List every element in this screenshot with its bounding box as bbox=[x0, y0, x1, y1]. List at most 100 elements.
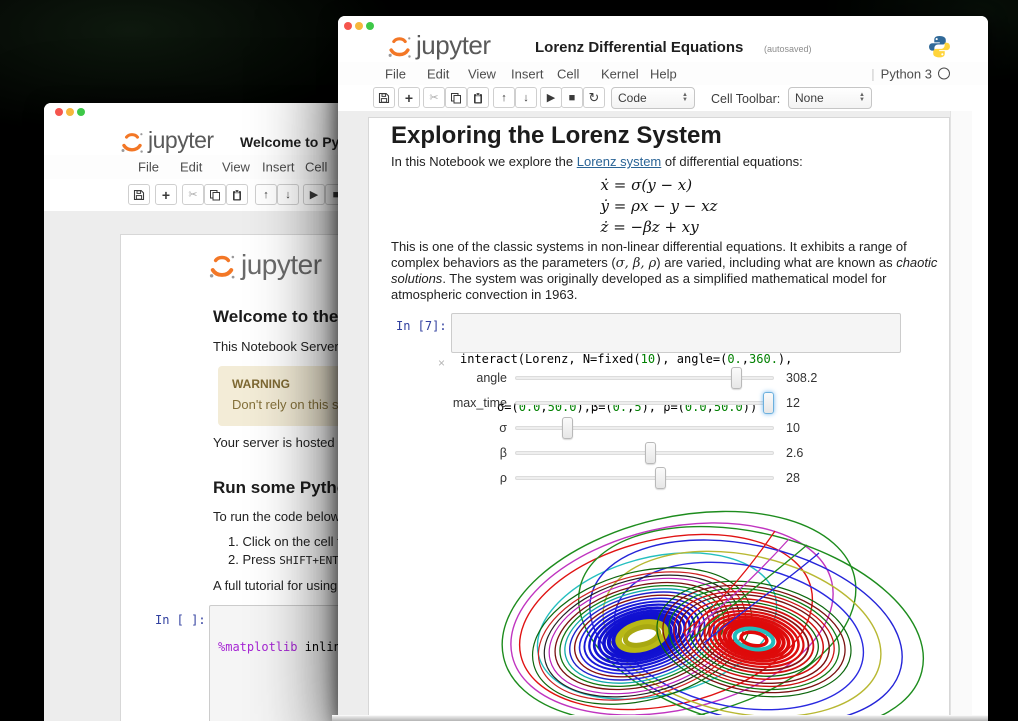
select-arrows-icon: ▲▼ bbox=[859, 93, 865, 103]
minimize-window-button[interactable] bbox=[66, 108, 74, 116]
front-window-header: jupyter Lorenz Differential Equations (a… bbox=[338, 16, 988, 111]
add-cell-icon: + bbox=[405, 90, 413, 106]
slider-row: max_time 12 bbox=[391, 390, 817, 415]
move-down-icon: ↓ bbox=[285, 189, 291, 201]
stop-kernel-button[interactable]: ■ bbox=[561, 87, 583, 108]
copy-icon bbox=[209, 189, 221, 201]
restart-kernel-button[interactable]: ↻ bbox=[583, 87, 605, 108]
back-notebook-title[interactable]: Welcome to Py bbox=[240, 134, 339, 150]
cut-cell-button[interactable]: ✂ bbox=[423, 87, 445, 108]
python-logo-icon bbox=[928, 35, 951, 58]
close-window-button[interactable] bbox=[55, 108, 63, 116]
menu-help[interactable]: Help bbox=[650, 66, 677, 81]
slider-label: β bbox=[391, 446, 507, 460]
menu-cell[interactable]: Cell bbox=[557, 66, 579, 81]
welcome-heading: Welcome to the bbox=[213, 307, 338, 327]
slider-track[interactable] bbox=[515, 451, 774, 455]
kernel-name: Python 3 bbox=[881, 66, 932, 81]
cell-input-prompt: In [ ]: bbox=[155, 613, 206, 627]
slider-track[interactable] bbox=[515, 476, 774, 480]
cut-cell-button[interactable]: ✂ bbox=[182, 184, 204, 205]
lorenz-system-link[interactable]: Lorenz system bbox=[577, 154, 662, 169]
menu-cell[interactable]: Cell bbox=[305, 160, 327, 175]
copy-icon bbox=[450, 92, 462, 104]
intro-text: of differential equations: bbox=[661, 154, 802, 169]
move-up-icon: ↑ bbox=[263, 189, 269, 201]
run-cell-button[interactable]: ▶ bbox=[540, 87, 562, 108]
jupyter-logo-text: jupyter bbox=[148, 127, 214, 154]
slider-track[interactable] bbox=[515, 376, 774, 380]
description-line: This is one of the classic systems in no… bbox=[391, 239, 937, 255]
scrollbar-track[interactable] bbox=[950, 111, 974, 721]
window-right-margin bbox=[972, 111, 988, 721]
cell-input-prompt: In [7]: bbox=[396, 319, 447, 333]
cell-toolbar-value: None bbox=[795, 91, 824, 105]
cut-icon: ✂ bbox=[429, 91, 438, 104]
save-button[interactable] bbox=[128, 184, 150, 205]
slider-label: max_time bbox=[391, 396, 507, 410]
close-window-button[interactable] bbox=[344, 22, 352, 30]
slider-widget-area: angle 308.2 max_time 12 σ 10 bbox=[391, 365, 817, 490]
equation-line: ż = −βz + xy bbox=[601, 217, 718, 238]
add-cell-button[interactable]: + bbox=[398, 87, 420, 108]
slider-handle[interactable] bbox=[655, 467, 666, 489]
bottom-window-edge bbox=[332, 715, 988, 721]
slider-track[interactable] bbox=[515, 426, 774, 430]
paste-cell-button[interactable] bbox=[467, 87, 489, 108]
slider-value: 10 bbox=[786, 421, 800, 435]
paste-cell-button[interactable] bbox=[226, 184, 248, 205]
menu-edit[interactable]: Edit bbox=[427, 66, 449, 81]
cut-icon: ✂ bbox=[188, 188, 197, 201]
front-menu-bar: File Edit View Insert Cell Kernel Help |… bbox=[338, 62, 988, 86]
menu-edit[interactable]: Edit bbox=[180, 160, 202, 175]
save-icon bbox=[133, 189, 145, 201]
slider-row: β 2.6 bbox=[391, 440, 817, 465]
equation-line: ẏ = ρx − y − xz bbox=[601, 196, 718, 217]
notebook-title[interactable]: Lorenz Differential Equations bbox=[535, 39, 743, 56]
menu-insert[interactable]: Insert bbox=[511, 66, 544, 81]
add-cell-button[interactable]: + bbox=[155, 184, 177, 205]
copy-cell-button[interactable] bbox=[445, 87, 467, 108]
menu-file[interactable]: File bbox=[385, 66, 406, 81]
menu-kernel[interactable]: Kernel bbox=[601, 66, 639, 81]
jupyter-logo-text-large: jupyter bbox=[241, 249, 322, 281]
slider-handle[interactable] bbox=[562, 417, 573, 439]
zoom-window-button[interactable] bbox=[77, 108, 85, 116]
slider-track[interactable] bbox=[515, 401, 774, 405]
description-line: atmospheric convection in 1963. bbox=[391, 287, 937, 303]
move-up-button[interactable]: ↑ bbox=[255, 184, 277, 205]
zoom-window-button[interactable] bbox=[366, 22, 374, 30]
menu-insert[interactable]: Insert bbox=[262, 160, 295, 175]
restart-icon: ↻ bbox=[589, 90, 600, 106]
cell-toolbar-label: Cell Toolbar: bbox=[711, 92, 780, 106]
save-button[interactable] bbox=[373, 87, 395, 108]
cell-type-select[interactable]: Code ▲▼ bbox=[611, 87, 695, 109]
equation-line: ẋ = σ(y − x) bbox=[601, 175, 718, 196]
slider-handle[interactable] bbox=[731, 367, 742, 389]
move-up-button[interactable]: ↑ bbox=[493, 87, 515, 108]
move-down-button[interactable]: ↓ bbox=[515, 87, 537, 108]
move-down-button[interactable]: ↓ bbox=[277, 184, 299, 205]
paste-icon bbox=[472, 92, 484, 104]
menu-view[interactable]: View bbox=[468, 66, 496, 81]
menu-file[interactable]: File bbox=[138, 160, 159, 175]
run-icon: ▶ bbox=[547, 91, 555, 104]
cell-toolbar-select[interactable]: None ▲▼ bbox=[788, 87, 872, 109]
menu-view[interactable]: View bbox=[222, 160, 250, 175]
run-cell-button[interactable]: ▶ bbox=[303, 184, 325, 205]
slider-handle[interactable] bbox=[763, 392, 774, 414]
code-cell-input[interactable]: interact(Lorenz, N=fixed(10), angle=(0.,… bbox=[451, 313, 901, 353]
screenshot-stage: jupyter Welcome to Py File Edit View Ins… bbox=[0, 0, 1018, 721]
copy-cell-button[interactable] bbox=[204, 184, 226, 205]
slider-handle[interactable] bbox=[645, 442, 656, 464]
minimize-window-button[interactable] bbox=[355, 22, 363, 30]
page-title: Exploring the Lorenz System bbox=[391, 122, 722, 150]
save-icon bbox=[378, 92, 390, 104]
slider-row: σ 10 bbox=[391, 415, 817, 440]
jupyter-logo-text: jupyter bbox=[416, 30, 491, 61]
front-notebook-area: Exploring the Lorenz System In this Note… bbox=[338, 111, 988, 721]
equation-block: ẋ = σ(y − x) ẏ = ρx − y − xz ż = −βz + x… bbox=[369, 175, 949, 238]
warning-title: WARNING bbox=[232, 377, 290, 391]
slider-value: 308.2 bbox=[786, 371, 817, 385]
jupyter-logo-icon bbox=[387, 33, 412, 60]
